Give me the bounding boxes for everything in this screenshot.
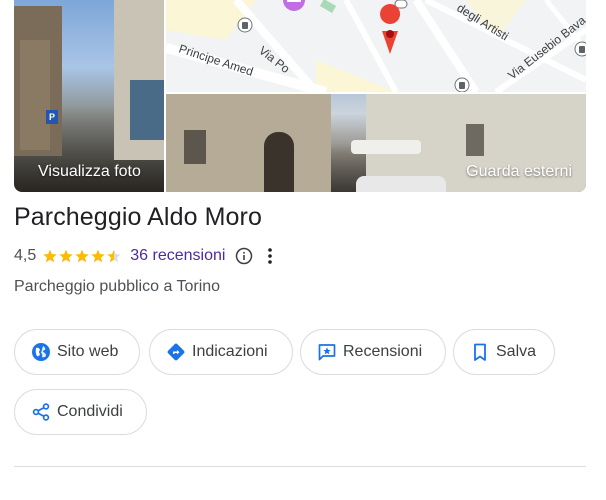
photo-building-right-window	[130, 80, 164, 140]
share-label: Condividi	[57, 403, 123, 420]
rating-stars	[42, 248, 122, 264]
view-photos-label: Visualizza foto	[38, 163, 141, 180]
media-strip: P Visualizza foto Via Po Principe Amed d…	[14, 0, 586, 192]
info-icon[interactable]	[235, 247, 253, 265]
place-title: Parcheggio Aldo Moro	[14, 203, 262, 231]
rating-star-icon	[91, 249, 105, 263]
rating-star-icon	[43, 249, 57, 263]
reviews-button[interactable]: Recensioni	[300, 329, 446, 375]
reviews-link[interactable]: 36 recensioni	[130, 247, 225, 265]
photo-building-left-facade	[20, 40, 50, 150]
exterior-window-right	[466, 124, 484, 156]
exterior-archway	[264, 132, 294, 192]
rating-star-icon	[107, 249, 121, 263]
save-button[interactable]: Salva	[453, 329, 555, 375]
street-view-label: Guarda esterni	[466, 163, 572, 180]
share-icon	[31, 402, 51, 422]
directions-icon	[166, 342, 186, 362]
exterior-awning	[351, 140, 421, 154]
exterior-car	[356, 176, 446, 192]
exterior-window	[184, 130, 206, 164]
map-graphic: Via Po Principe Amed degli Artisti Via E…	[166, 0, 586, 92]
rating-row: 4,5 36 recensioni	[14, 246, 275, 266]
rating-score: 4,5	[14, 247, 37, 264]
review-star-icon	[317, 342, 337, 362]
website-button[interactable]: Sito web	[14, 329, 140, 375]
more-vert-icon[interactable]	[265, 247, 275, 265]
parking-sign-icon: P	[46, 110, 58, 124]
rating-star-icon	[59, 249, 73, 263]
map-tile[interactable]: Via Po Principe Amed degli Artisti Via E…	[166, 0, 586, 92]
share-button[interactable]: Condividi	[14, 389, 147, 435]
save-label: Salva	[496, 343, 537, 360]
photos-tile[interactable]: P Visualizza foto	[14, 0, 164, 192]
rating-star-icon	[75, 249, 89, 263]
directions-label: Indicazioni	[192, 343, 268, 360]
directions-button[interactable]: Indicazioni	[149, 329, 293, 375]
globe-icon	[31, 342, 51, 362]
street-view-tile[interactable]: Guarda esterni	[166, 94, 586, 192]
reviews-label: Recensioni	[343, 343, 423, 360]
website-label: Sito web	[57, 343, 119, 360]
place-category: Parcheggio pubblico a Torino	[14, 278, 221, 295]
bookmark-icon	[470, 342, 490, 362]
section-divider	[14, 466, 586, 467]
